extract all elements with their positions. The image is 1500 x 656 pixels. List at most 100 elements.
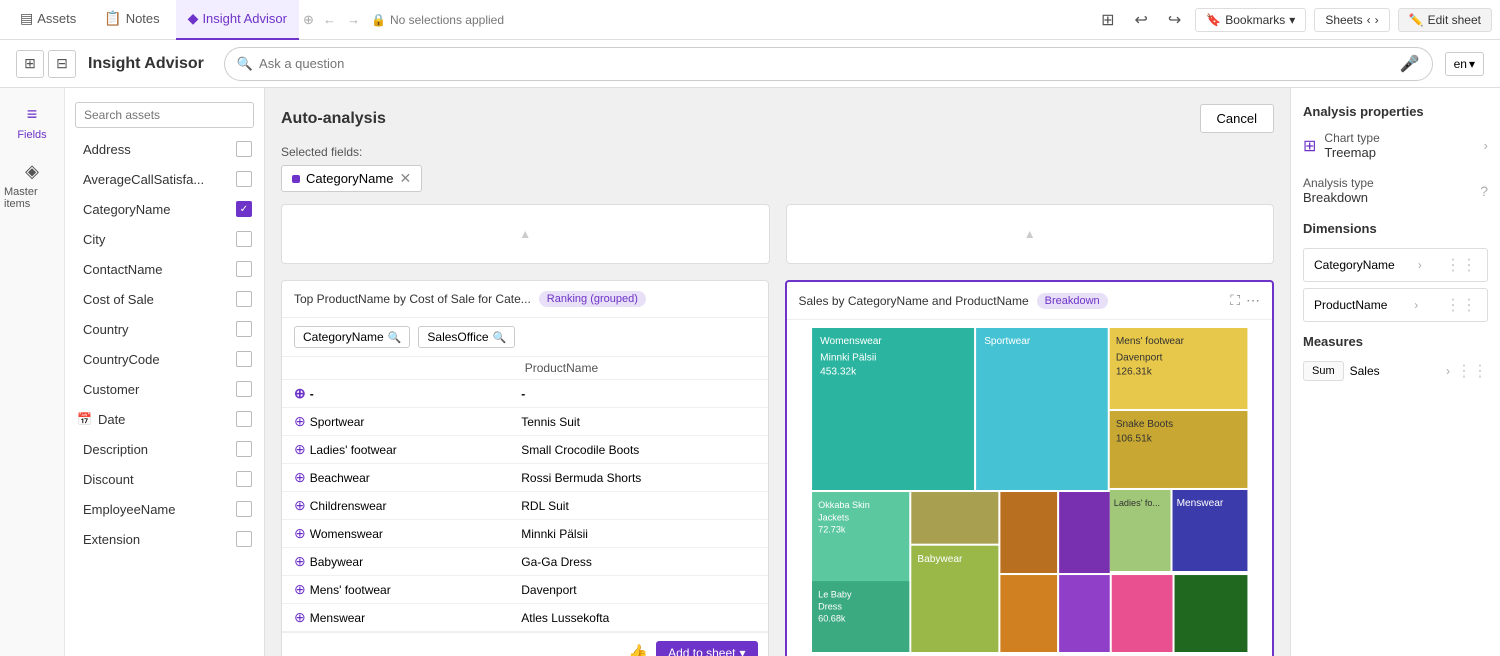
expand-icon[interactable]: ⊕ xyxy=(294,581,306,597)
right-panel: Analysis properties ⊞ Chart type Treemap… xyxy=(1290,88,1500,656)
analysis-type-value: Breakdown xyxy=(1303,190,1374,205)
right-panel-toggle[interactable]: ⊟ xyxy=(48,50,76,78)
field-checkbox[interactable] xyxy=(236,531,252,547)
expand-icon[interactable]: ⊕ xyxy=(294,385,306,401)
field-checkbox[interactable] xyxy=(236,261,252,277)
bookmarks-button[interactable]: 🔖 Bookmarks ▾ xyxy=(1195,8,1306,32)
charts-row-main: Top ProductName by Cost of Sale for Cate… xyxy=(281,280,1274,656)
edit-sheet-button[interactable]: ✏️ Edit sheet xyxy=(1398,8,1492,32)
redo-icon[interactable]: ↪ xyxy=(1162,6,1187,34)
sidebar-tab-master-items[interactable]: ◈ Master items xyxy=(0,153,64,218)
sidebar-field-item[interactable]: Discount xyxy=(65,464,264,494)
sidebar-field-item[interactable]: Description xyxy=(65,434,264,464)
field-checkbox[interactable] xyxy=(236,501,252,517)
row-category: ⊕Menswear xyxy=(282,604,509,632)
treemap-title-group: Sales by CategoryName and ProductName Br… xyxy=(799,293,1108,309)
row-category: ⊕Sportwear xyxy=(282,408,509,436)
field-checkbox[interactable] xyxy=(236,291,252,307)
selection-search-icon[interactable]: ⊕ xyxy=(303,12,319,28)
field-checkbox[interactable] xyxy=(236,441,252,457)
language-selector[interactable]: en ▾ xyxy=(1445,52,1484,76)
field-checkbox[interactable] xyxy=(236,231,252,247)
feedback-icon[interactable]: 👍 xyxy=(628,643,648,656)
sidebar-field-item[interactable]: EmployeeName xyxy=(65,494,264,524)
remove-field-icon[interactable]: ✕ xyxy=(399,170,411,187)
field-name: Discount xyxy=(83,472,134,487)
filter-tag-category[interactable]: CategoryName 🔍 xyxy=(294,326,410,348)
expand-icon[interactable]: ⊕ xyxy=(294,497,306,513)
help-icon[interactable]: ? xyxy=(1480,183,1488,199)
field-checkbox[interactable]: ✓ xyxy=(236,201,252,217)
sidebar-field-item[interactable]: 📅Date xyxy=(65,404,264,434)
field-name: Country xyxy=(83,322,129,337)
treemap-cell-extra4[interactable] xyxy=(1059,492,1110,573)
chart-treemap-actions: ⛶ ⋯ xyxy=(1230,292,1260,309)
chevron-down-icon: ▾ xyxy=(739,646,745,656)
expand-icon[interactable]: ⊕ xyxy=(294,413,306,429)
undo-icon[interactable]: ↩ xyxy=(1128,6,1153,34)
expand-icon[interactable]: ⊕ xyxy=(294,441,306,457)
expand-icon[interactable]: ⊕ xyxy=(294,525,306,541)
field-checkbox[interactable] xyxy=(236,411,252,427)
measure-aggregation[interactable]: Sum xyxy=(1303,361,1344,381)
microphone-icon[interactable]: 🎤 xyxy=(1400,54,1420,74)
sidebar-tab-fields[interactable]: ≡ Fields xyxy=(0,96,64,149)
left-panel-toggle[interactable]: ⊞ xyxy=(16,50,44,78)
field-checkbox[interactable] xyxy=(236,471,252,487)
treemap-cell-extra5[interactable] xyxy=(1059,575,1110,652)
filter-tag-salesoffice[interactable]: SalesOffice 🔍 xyxy=(418,326,515,348)
sidebar-field-item[interactable]: City xyxy=(65,224,264,254)
field-checkbox[interactable] xyxy=(236,141,252,157)
tab-notes[interactable]: 📋 Notes xyxy=(92,0,171,40)
treemap-cell-extra3[interactable] xyxy=(1000,575,1057,652)
sidebar-field-item[interactable]: Cost of Sale xyxy=(65,284,264,314)
back-icon[interactable]: ← xyxy=(323,12,343,27)
sheets-button[interactable]: Sheets ‹ › xyxy=(1314,8,1389,32)
sidebar-field-item[interactable]: Country xyxy=(65,314,264,344)
fields-list: AddressAverageCallSatisfa...CategoryName… xyxy=(65,134,264,554)
more-options-icon[interactable]: ⋯ xyxy=(1246,292,1260,309)
expand-icon[interactable]: ⊕ xyxy=(294,609,306,625)
tab-assets[interactable]: ▤ Assets xyxy=(8,0,88,40)
dim-row-category[interactable]: CategoryName › ⋮⋮ xyxy=(1303,248,1488,282)
expand-icon[interactable]: ⛶ xyxy=(1230,292,1240,309)
drag-handle-icon-2[interactable]: ⋮⋮ xyxy=(1445,295,1477,315)
field-checkbox[interactable] xyxy=(236,321,252,337)
treemap-cell-extra6[interactable] xyxy=(1111,575,1172,652)
field-checkbox[interactable] xyxy=(236,171,252,187)
add-to-sheet-button-left[interactable]: Add to sheet ▾ xyxy=(656,641,757,656)
treemap-cell-extra1[interactable] xyxy=(911,492,998,544)
sidebar-field-item[interactable]: Customer xyxy=(65,374,264,404)
drag-handle-icon[interactable]: ⋮⋮ xyxy=(1445,255,1477,275)
treemap-cell-extra7[interactable] xyxy=(1174,575,1247,652)
sidebar-field-item[interactable]: ContactName xyxy=(65,254,264,284)
sidebar-field-item[interactable]: AverageCallSatisfa... xyxy=(65,164,264,194)
search-input[interactable] xyxy=(259,56,1394,71)
grid-icon[interactable]: ⊞ xyxy=(1095,6,1120,34)
expand-icon[interactable]: ⊕ xyxy=(294,553,306,569)
search-assets-input[interactable] xyxy=(75,102,254,128)
dim-label-product: ProductName xyxy=(1314,298,1387,312)
sidebar-field-item[interactable]: Extension xyxy=(65,524,264,554)
drag-handle-icon-measure[interactable]: ⋮⋮ xyxy=(1456,361,1488,381)
expand-icon[interactable]: ⊕ xyxy=(294,469,306,485)
svg-text:106.51k: 106.51k xyxy=(1115,433,1152,444)
row-category: ⊕Ladies' footwear xyxy=(282,436,509,464)
treemap-cell-sportwear[interactable] xyxy=(976,328,1108,490)
chart-treemap-badge: Breakdown xyxy=(1037,293,1108,309)
chevron-right-icon-measure: › xyxy=(1446,364,1450,378)
sidebar-field-item[interactable]: Address xyxy=(65,134,264,164)
tab-insight-advisor[interactable]: ◆ Insight Advisor xyxy=(176,0,299,40)
sidebar-field-item[interactable]: CategoryName✓ xyxy=(65,194,264,224)
forward-icon[interactable]: → xyxy=(347,12,367,27)
col-header-empty xyxy=(294,361,525,375)
sidebar-content: AddressAverageCallSatisfa...CategoryName… xyxy=(65,88,264,656)
field-checkbox[interactable] xyxy=(236,351,252,367)
sidebar-field-item[interactable]: CountryCode xyxy=(65,344,264,374)
search-icon: 🔍 xyxy=(237,56,253,72)
field-tag-dot xyxy=(292,175,300,183)
field-checkbox[interactable] xyxy=(236,381,252,397)
cancel-button[interactable]: Cancel xyxy=(1200,104,1274,133)
treemap-cell-extra2[interactable] xyxy=(1000,492,1057,573)
dim-row-product[interactable]: ProductName › ⋮⋮ xyxy=(1303,288,1488,322)
